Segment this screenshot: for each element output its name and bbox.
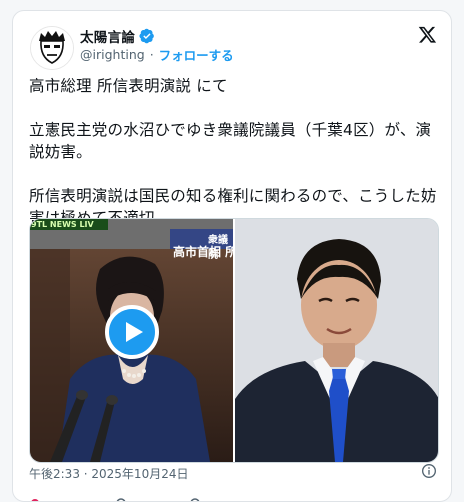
portrait-image (235, 219, 438, 462)
follow-button[interactable]: フォローする (159, 45, 234, 64)
author-handle[interactable]: @irighting (80, 47, 145, 62)
tweet-line-1: 高市総理 所信表明演説 にて (29, 77, 228, 95)
verified-badge-icon (139, 28, 155, 44)
author-handle-row: @irighting · フォローする (80, 45, 234, 64)
tweet-line-2: 立憲民主党の水沼ひでゆき衆議院議員（千葉4区）が、演説妨害。 (29, 121, 432, 161)
play-icon (126, 322, 143, 342)
tv-caption-bar: 9TL NEWS LIV 衆議院 高市首相 所 (30, 219, 233, 261)
handle-separator: · (149, 47, 154, 62)
video-thumbnail[interactable]: 9TL NEWS LIV 衆議院 高市首相 所 (30, 219, 233, 462)
tweet-card[interactable]: 太陽言論 @irighting · フォローする 高市総理 所信表明演説 にて … (12, 10, 452, 502)
tweet-text: 高市総理 所信表明演説 にて 立憲民主党の水沼ひでゆき衆議院議員（千葉4区）が、… (29, 75, 439, 229)
author-name-row[interactable]: 太陽言論 (80, 26, 155, 46)
author-display-name[interactable]: 太陽言論 (80, 26, 135, 46)
x-logo-icon[interactable] (418, 25, 437, 44)
action-bar-partial (31, 498, 200, 501)
portrait-photo[interactable] (235, 219, 438, 462)
author-avatar[interactable] (30, 26, 74, 70)
tv-channel-tag: 9TL NEWS LIV (31, 220, 94, 229)
tv-caption-text: 高市首相 所 (173, 245, 233, 259)
tweet-media[interactable]: 9TL NEWS LIV 衆議院 高市首相 所 (29, 218, 439, 463)
avatar-face-icon (31, 27, 73, 69)
tweet-timestamp[interactable]: 午後2:33 · 2025年10月24日 (29, 465, 188, 482)
info-icon[interactable] (421, 463, 437, 479)
play-button[interactable] (105, 305, 159, 359)
